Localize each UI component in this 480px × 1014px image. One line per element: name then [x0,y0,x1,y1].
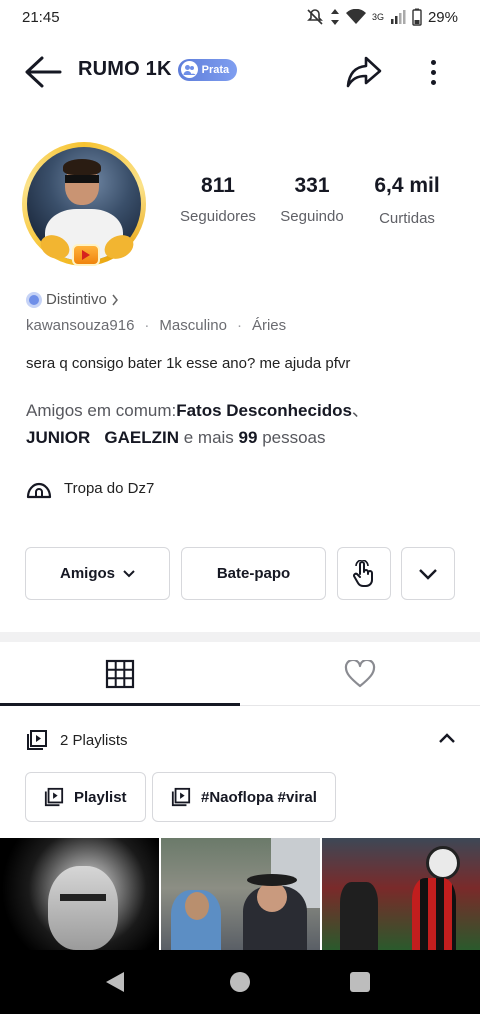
live-play-icon [72,244,100,266]
profile-title: RUMO 1K [78,58,172,80]
video-grid [0,838,480,950]
nav-home-icon[interactable] [230,972,250,992]
heart-icon [344,660,376,688]
nav-recents-icon[interactable] [350,972,370,992]
data-arrows-icon [330,9,339,25]
title-group: RUMO 1K Prata [78,58,238,81]
stat-likes[interactable]: 6,4 mil Curtidas [366,174,448,227]
friends-label: Amigos [59,565,115,582]
mute-bell-icon [307,9,323,25]
tab-liked[interactable] [240,642,480,706]
zodiac-sign: Áries [251,317,287,334]
signal-icon [390,10,406,24]
active-tab-indicator [0,703,240,706]
playlist-icon [27,730,47,750]
followers-label: Seguidores [180,208,256,225]
status-bar: 21:45 3G 29% [0,0,480,34]
video-thumbnail[interactable] [0,838,159,950]
chat-label: Bate-papo [216,565,291,582]
likes-label: Curtidas [379,210,435,227]
mutual-friend: JUNIOR [26,428,91,447]
following-count: 331 [294,174,330,197]
chevron-down-icon [419,568,437,580]
mutual-friends[interactable]: Amigos em comum:Fatos Desconhecidos、 JUN… [26,397,466,451]
video-thumbnail[interactable] [161,838,320,950]
video-thumbnail[interactable] [322,838,480,950]
chevron-up-icon[interactable] [438,732,456,744]
mutual-friend: GAELZIN [104,428,180,447]
profile-stats: 811 Seguidores 331 Seguindo 6,4 mil Curt… [168,174,468,234]
avatar[interactable] [20,140,152,272]
chevron-right-icon [112,294,118,305]
distintivo-icon [26,291,42,308]
mutual-friend: Fatos Desconhecidos [176,401,352,420]
back-arrow-icon [25,56,62,88]
playlists-count: 2 Playlists [60,731,128,749]
content-tabs [0,642,480,706]
playlist-chip[interactable]: Playlist [25,772,146,822]
stat-following[interactable]: 331 Seguindo [272,174,352,225]
poke-button[interactable] [337,547,391,600]
distintivo-label: Distintivo [46,291,107,308]
group-dome-icon [26,482,52,499]
share-button[interactable] [344,52,384,92]
grid-icon [105,659,135,689]
level-badge[interactable]: Prata [177,58,238,81]
badge-label: Prata [201,63,230,76]
battery-icon [412,8,422,26]
gender: Masculino [159,317,227,334]
status-icons: 3G 29% [306,8,458,26]
share-icon [346,56,382,88]
username: kawansouza916 [26,317,135,334]
profile-header: RUMO 1K Prata [0,44,480,100]
playlist-chip-label: #Naoflopa #viral [201,788,317,806]
mutual-count: 99 [238,428,258,447]
more-vertical-icon [430,59,436,65]
friends-button[interactable]: Amigos [25,547,170,600]
back-button[interactable] [22,54,64,90]
badge-people-icon [180,61,198,78]
chat-button[interactable]: Bate-papo [181,547,326,600]
stat-followers[interactable]: 811 Seguidores [178,174,258,225]
tab-videos[interactable] [0,642,240,706]
distintivo-link[interactable]: Distintivo [26,291,119,308]
more-options-button[interactable] [420,52,446,92]
nav-back-icon[interactable] [106,972,124,992]
status-time: 21:45 [22,8,60,26]
profile-bio: sera q consigo bater 1k esse ano? me aju… [26,355,351,372]
system-nav-bar [0,950,480,1014]
profile-meta: kawansouza916 · Masculino · Áries [26,317,287,334]
section-divider [0,632,480,642]
wifi-icon [345,9,366,24]
battery-level: 29% [427,8,458,26]
chevron-down-icon [123,569,135,577]
playlist-chip[interactable]: #Naoflopa #viral [152,772,336,822]
followers-count: 811 [201,174,235,197]
group-name: Tropa do Dz7 [64,479,155,497]
playlist-chip-label: Playlist [74,788,127,806]
playlists-header[interactable]: 2 Playlists [0,720,480,760]
hand-tap-icon [353,559,373,587]
playlist-icon [171,787,191,807]
playlist-icon [44,787,64,807]
expand-suggestions-button[interactable] [401,547,455,600]
following-label: Seguindo [280,208,344,225]
network-type: 3G [371,12,384,22]
group-link[interactable]: Tropa do Dz7 [26,477,154,499]
likes-count: 6,4 mil [374,174,440,197]
